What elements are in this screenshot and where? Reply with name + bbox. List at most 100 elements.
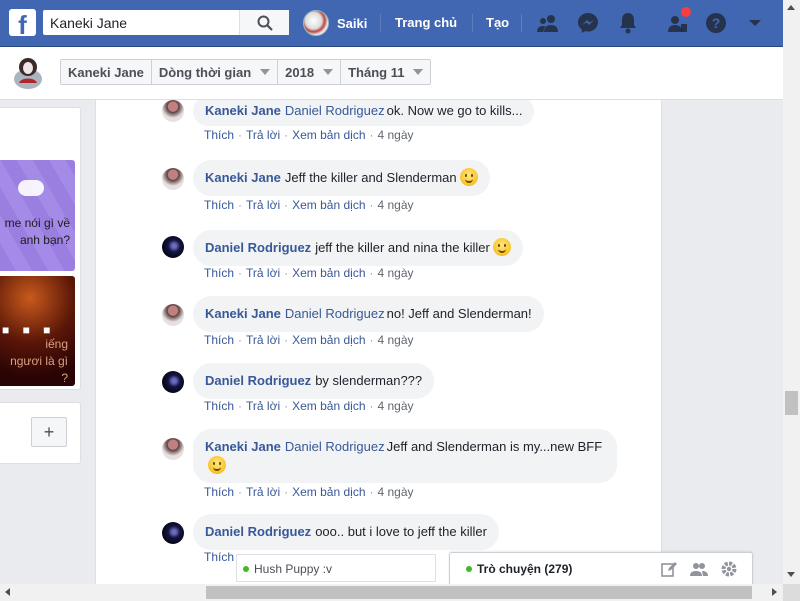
reply-link[interactable]: Trả lời	[246, 485, 280, 499]
add-button[interactable]: +	[31, 417, 67, 447]
comment-time[interactable]: 4 ngày	[378, 198, 414, 212]
like-link[interactable]: Thích	[204, 485, 234, 499]
timeline-header: Kaneki Jane Dòng thời gian 2018 Tháng 11	[0, 47, 783, 100]
translate-link[interactable]: Xem bản dịch	[292, 333, 365, 347]
create-link[interactable]: Tạo	[486, 15, 509, 30]
commenter-avatar[interactable]	[162, 522, 184, 544]
question-tile-dark[interactable]: ■ ■ ■ iếng ngươi là gì ?	[0, 276, 75, 386]
chat-tab-hush-puppy[interactable]: Hush Puppy :v	[236, 554, 436, 582]
friend-requests-icon[interactable]	[535, 10, 561, 36]
breadcrumb-year[interactable]: 2018	[278, 60, 342, 84]
reply-link[interactable]: Trả lời	[246, 198, 280, 212]
reply-link[interactable]: Trả lời	[246, 128, 280, 142]
like-link[interactable]: Thích	[204, 333, 234, 347]
comment-author[interactable]: Daniel Rodriguez	[205, 524, 311, 539]
comment-actions: Thích · Trả lời · Xem bản dịch · 4 ngày	[204, 333, 414, 347]
comment-author[interactable]: Kaneki Jane	[205, 439, 281, 454]
comment-text: ok. Now we go to kills...	[386, 103, 523, 118]
comment-mention[interactable]: Daniel Rodriguez	[285, 306, 385, 321]
profile-avatar[interactable]	[13, 55, 43, 89]
scroll-right-arrow-icon[interactable]	[772, 588, 777, 596]
like-link[interactable]: Thích	[204, 399, 234, 413]
comment-text: ooo.. but i love to jeff the killer	[315, 524, 487, 539]
comment-bubble: Kaneki Jane Daniel Rodriguez no! Jeff and …	[193, 296, 544, 332]
comment-actions: Thích	[204, 550, 234, 564]
profile-link[interactable]: Saiki	[303, 9, 367, 37]
comment-time[interactable]: 4 ngày	[378, 333, 414, 347]
comment-mention[interactable]: Daniel Rodriguez	[285, 439, 385, 454]
facebook-logo[interactable]: f	[9, 9, 36, 36]
chevron-down-icon	[323, 69, 334, 75]
translate-link[interactable]: Xem bản dịch	[292, 128, 365, 142]
comment-time[interactable]: 4 ngày	[378, 266, 414, 280]
breadcrumb-timeline[interactable]: Dòng thời gian	[151, 60, 279, 84]
like-link[interactable]: Thích	[204, 128, 234, 142]
like-link[interactable]: Thích	[204, 266, 234, 280]
comment-thread: Kaneki Jane Daniel Rodriguez ok. Now we go…	[95, 100, 662, 584]
question-tile[interactable]: me nói gì về anh bạn?	[0, 160, 75, 271]
reply-link[interactable]: Trả lời	[246, 266, 280, 280]
group-chat-icon[interactable]	[690, 560, 708, 578]
divider	[472, 14, 473, 32]
breadcrumb-month[interactable]: Tháng 11	[341, 60, 431, 84]
comment-author[interactable]: Kaneki Jane	[205, 103, 281, 118]
commenter-avatar[interactable]	[162, 100, 184, 122]
comment-author[interactable]: Kaneki Jane	[205, 306, 281, 321]
horizontal-scrollbar[interactable]	[0, 584, 783, 601]
comment-text: Jeff and Slenderman is my...new BFF	[386, 439, 603, 454]
comment-bubble: Kaneki Jane Daniel Rodriguez ok. Now we go…	[193, 100, 535, 126]
commenter-avatar[interactable]	[162, 304, 184, 326]
translate-link[interactable]: Xem bản dịch	[292, 485, 365, 499]
scroll-up-arrow-icon[interactable]	[787, 5, 795, 10]
messenger-icon[interactable]	[575, 10, 601, 36]
home-link[interactable]: Trang chủ	[395, 15, 457, 30]
commenter-avatar[interactable]	[162, 168, 184, 190]
scrollbar-corner	[783, 584, 800, 601]
chevron-down-icon	[260, 69, 271, 75]
scroll-left-arrow-icon[interactable]	[5, 588, 10, 596]
horizontal-scroll-thumb[interactable]	[206, 586, 752, 599]
new-message-icon[interactable]	[660, 560, 678, 578]
commenter-avatar[interactable]	[162, 438, 184, 460]
comment-time[interactable]: 4 ngày	[378, 485, 414, 499]
comment-text: no! Jeff and Slenderman!	[386, 306, 532, 321]
question-tile-text: iếng ngươi là gì ?	[10, 337, 68, 385]
chat-sidebar-bar[interactable]: Trò chuyện (279)	[449, 552, 753, 584]
translate-link[interactable]: Xem bản dịch	[292, 198, 365, 212]
comment-time[interactable]: 4 ngày	[378, 128, 414, 142]
settings-gear-icon[interactable]	[720, 560, 738, 578]
like-link[interactable]: Thích	[204, 198, 234, 212]
comment-bubble: Kaneki Jane Daniel Rodriguez Jeff and Slen…	[193, 429, 617, 483]
top-navigation-bar: f Saiki Trang chủ Tạo ?	[0, 0, 783, 47]
comment-actions: Thích · Trả lời · Xem bản dịch · 4 ngày	[204, 198, 414, 212]
online-status-dot	[243, 566, 249, 572]
like-link[interactable]: Thích	[204, 550, 234, 564]
reply-link[interactable]: Trả lời	[246, 399, 280, 413]
search-input[interactable]	[43, 10, 241, 35]
comment-author[interactable]: Daniel Rodriguez	[205, 240, 311, 255]
comment-author[interactable]: Daniel Rodriguez	[205, 373, 311, 388]
breadcrumb-profile[interactable]: Kaneki Jane	[61, 60, 152, 84]
commenter-avatar[interactable]	[162, 236, 184, 258]
search-button[interactable]	[239, 10, 289, 35]
notifications-icon[interactable]	[615, 10, 641, 36]
comment-text: by slenderman???	[315, 373, 423, 388]
comment-mention[interactable]: Daniel Rodriguez	[285, 103, 385, 118]
translate-link[interactable]: Xem bản dịch	[292, 399, 365, 413]
search-box	[43, 10, 289, 35]
comment-text: jeff the killer and nina the killer	[315, 240, 490, 255]
scroll-down-arrow-icon[interactable]	[787, 572, 795, 577]
help-icon[interactable]: ?	[703, 10, 729, 36]
comment-bubble: Kaneki Jane Jeff the killer and Slenderma…	[193, 160, 490, 196]
commenter-avatar[interactable]	[162, 371, 184, 393]
comment-author[interactable]: Kaneki Jane	[205, 170, 281, 185]
vertical-scrollbar[interactable]	[783, 0, 800, 584]
translate-link[interactable]: Xem bản dịch	[292, 266, 365, 280]
comment-time[interactable]: 4 ngày	[378, 399, 414, 413]
vertical-scroll-thumb[interactable]	[785, 391, 798, 415]
account-menu-icon[interactable]	[742, 10, 768, 36]
chat-label: Trò chuyện (279)	[477, 562, 573, 576]
svg-text:?: ?	[712, 15, 721, 31]
chevron-down-icon	[413, 69, 424, 75]
reply-link[interactable]: Trả lời	[246, 333, 280, 347]
